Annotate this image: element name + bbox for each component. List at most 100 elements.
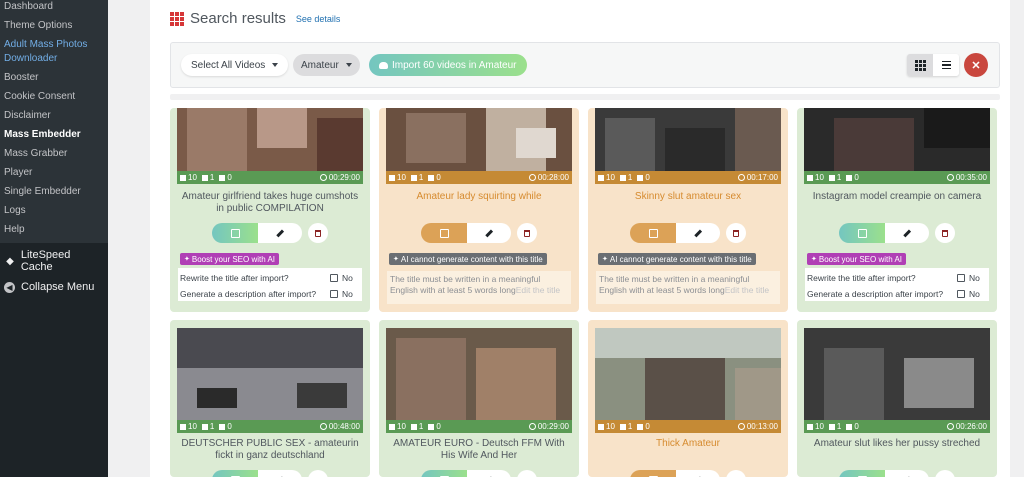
- delete-video-button[interactable]: [935, 223, 955, 243]
- pages-stat: 1: [828, 422, 841, 431]
- video-thumbnail[interactable]: 10 1 0 00:29:00: [177, 108, 363, 184]
- select-video-button[interactable]: [212, 223, 258, 243]
- video-thumbnail[interactable]: 10 1 0 00:13:00: [595, 328, 781, 433]
- delete-video-button[interactable]: [308, 470, 328, 477]
- file-icon: [828, 423, 835, 430]
- video-thumbnail[interactable]: 10 1 0 00:17:00: [595, 108, 781, 184]
- collapse-menu-button[interactable]: ◀ Collapse Menu: [0, 279, 108, 299]
- video-card: 10 1 0 00:26:00 Amateur slut likes her p…: [797, 320, 997, 477]
- pages-stat: 1: [619, 422, 632, 431]
- thumbnail-image: [595, 108, 781, 171]
- sidebar-item-player[interactable]: Player: [0, 164, 108, 183]
- rewrite-option: Rewrite the title after import? No: [180, 273, 353, 283]
- rewrite-checkbox[interactable]: [957, 274, 965, 282]
- seo-ai-badge[interactable]: ✦ Boost your SEO with AI: [180, 253, 280, 265]
- delete-video-button[interactable]: [726, 223, 746, 243]
- select-video-button[interactable]: [630, 223, 676, 243]
- seo-ai-badge[interactable]: ✦ Boost your SEO with AI: [807, 253, 907, 265]
- thumbnail-image: [386, 108, 572, 171]
- thumbnail-stats-bar: 10 1 0 00:26:00: [804, 420, 990, 433]
- edit-title-link[interactable]: Edit the title: [725, 285, 769, 295]
- select-video-button[interactable]: [212, 470, 258, 477]
- views-stat: 10: [598, 173, 615, 182]
- list-view-button[interactable]: [933, 54, 959, 76]
- select-video-button[interactable]: [630, 470, 676, 477]
- card-actions: [839, 470, 955, 477]
- rewrite-checkbox[interactable]: [330, 274, 338, 282]
- duration: 00:35:00: [946, 173, 987, 182]
- edit-video-button[interactable]: [258, 470, 302, 477]
- edit-video-button[interactable]: [885, 470, 929, 477]
- select-video-button[interactable]: [839, 223, 885, 243]
- results-header: Search results See details: [170, 10, 340, 27]
- close-button[interactable]: ✕: [964, 53, 988, 77]
- video-card: 10 1 0 00:17:00 Skinny slut amateur sex …: [588, 108, 788, 312]
- chevron-down-icon: [345, 63, 352, 67]
- duration: 00:26:00: [946, 422, 987, 431]
- edit-video-button[interactable]: [676, 470, 720, 477]
- likes-stat: 0: [219, 422, 232, 431]
- delete-video-button[interactable]: [517, 223, 537, 243]
- see-details-link[interactable]: See details: [296, 14, 341, 24]
- select-video-button[interactable]: [839, 470, 885, 477]
- duration: 00:28:00: [528, 173, 569, 182]
- thumbnail-stats-bar: 10 1 0 00:28:00: [386, 171, 572, 184]
- sidebar-item-litespeed[interactable]: ◆ LiteSpeed Cache: [0, 243, 108, 279]
- edit-video-button[interactable]: [258, 223, 302, 243]
- sidebar-item-logs[interactable]: Logs: [0, 202, 108, 221]
- edit-video-button[interactable]: [467, 223, 511, 243]
- card-actions: [630, 223, 746, 243]
- select-video-button[interactable]: [421, 470, 467, 477]
- import-button[interactable]: Import 60 videos in Amateur: [369, 54, 527, 76]
- grid-small-icon: [598, 423, 604, 430]
- video-card: 10 1 0 00:29:00 Amateur girlfriend takes…: [170, 108, 370, 312]
- category-dropdown[interactable]: Amateur: [293, 54, 360, 76]
- video-thumbnail[interactable]: 10 1 0 00:48:00: [177, 328, 363, 433]
- thumbnail-stats-bar: 10 1 0 00:48:00: [177, 420, 363, 433]
- video-thumbnail[interactable]: 10 1 0 00:28:00: [386, 108, 572, 184]
- edit-title-link[interactable]: Edit the title: [516, 285, 560, 295]
- sidebar-item-photos-downloader[interactable]: Adult Mass Photos Downloader: [0, 36, 108, 69]
- describe-checkbox[interactable]: [330, 290, 338, 298]
- thumbnail-stats-bar: 10 1 0 00:29:00: [177, 171, 363, 184]
- thumbnail-image: [177, 108, 363, 171]
- describe-checkbox[interactable]: [957, 290, 965, 298]
- sidebar-item-mass-grabber[interactable]: Mass Grabber: [0, 145, 108, 164]
- seo-ai-badge: ✦ AI cannot generate content with this ti…: [389, 253, 547, 265]
- select-video-button[interactable]: [421, 223, 467, 243]
- sidebar-item-help[interactable]: Help: [0, 221, 108, 243]
- sidebar-item-theme-options[interactable]: Theme Options: [0, 17, 108, 36]
- file-icon: [410, 423, 417, 430]
- select-all-dropdown[interactable]: Select All Videos: [181, 54, 289, 76]
- grid-view-button[interactable]: [907, 54, 933, 76]
- thumbnail-image: [804, 108, 990, 171]
- checkbox-icon: [648, 228, 658, 238]
- sidebar-item-disclaimer[interactable]: Disclaimer: [0, 107, 108, 126]
- sidebar-item-mass-embedder[interactable]: Mass Embedder: [0, 126, 108, 145]
- likes-stat: 0: [428, 422, 441, 431]
- delete-video-button[interactable]: [517, 470, 537, 477]
- delete-video-button[interactable]: [308, 223, 328, 243]
- sidebar-item-dashboard[interactable]: Dashboard: [0, 0, 108, 17]
- video-thumbnail[interactable]: 10 1 0 00:26:00: [804, 328, 990, 433]
- edit-video-button[interactable]: [676, 223, 720, 243]
- edit-video-button[interactable]: [885, 223, 929, 243]
- delete-video-button[interactable]: [726, 470, 746, 477]
- card-actions: [630, 470, 746, 477]
- sparkle-icon: ✦: [811, 256, 817, 263]
- pencil-icon: [276, 229, 284, 237]
- video-thumbnail[interactable]: 10 1 0 00:29:00: [386, 328, 572, 433]
- sidebar-item-single-embedder[interactable]: Single Embedder: [0, 183, 108, 202]
- title-warning: The title must be written in a meaningfu…: [387, 271, 571, 304]
- video-thumbnail[interactable]: 10 1 0 00:35:00: [804, 108, 990, 184]
- grid-small-icon: [389, 174, 395, 181]
- delete-video-button[interactable]: [935, 470, 955, 477]
- import-options: Rewrite the title after import? No Gener…: [178, 268, 362, 301]
- sidebar-item-cookie-consent[interactable]: Cookie Consent: [0, 88, 108, 107]
- edit-video-button[interactable]: [467, 470, 511, 477]
- sidebar-item-booster[interactable]: Booster: [0, 69, 108, 88]
- video-card: 10 1 0 00:13:00 Thick Amateur: [588, 320, 788, 477]
- video-title: DEUTSCHER PUBLIC SEX - amateurin fickt i…: [181, 438, 359, 461]
- video-title: Amateur girlfriend takes huge cumshots i…: [181, 191, 359, 214]
- clock-icon: [946, 174, 954, 181]
